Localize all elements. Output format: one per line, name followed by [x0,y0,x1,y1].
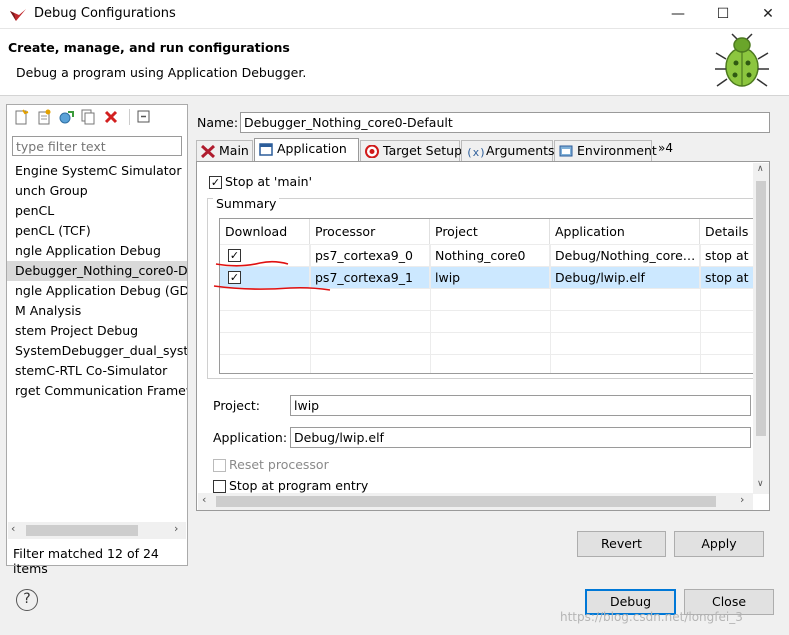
details-cell: stop at e [705,248,753,263]
stop-at-entry-checkbox[interactable] [213,480,226,493]
tab-application[interactable]: Application [254,138,359,162]
name-field[interactable]: Debugger_Nothing_core0-Default [240,112,770,133]
table-row-empty [220,332,753,354]
scroll-right-arrow-icon[interactable]: › [174,522,178,535]
export-configuration-icon[interactable] [58,109,74,125]
title-bar: Debug Configurations — ☐ ✕ [0,0,789,29]
header-subtitle: Debug a program using Application Debugg… [16,65,307,80]
tree-item[interactable]: penCL [7,201,187,221]
collapse-all-icon[interactable] [136,109,152,125]
tree-item[interactable]: ngle Application Debug (GDB) [7,281,187,301]
panel-vertical-scrollbar[interactable]: ∧ ∨ [753,163,769,494]
stop-at-entry-label: Stop at program entry [229,478,369,493]
tree-item-selected[interactable]: Debugger_Nothing_core0-De [7,261,187,281]
scroll-up-arrow-icon[interactable]: ∧ [757,164,764,174]
application-tab-panel: ✓ Stop at 'main' Summary Download Proces… [196,161,770,511]
red-annotation-marks [213,260,331,291]
application-label: Application: [213,430,288,445]
tree-item[interactable]: stemC-RTL Co-Simulator [7,361,187,381]
tab-label: Application [277,141,347,156]
scrollbar-thumb[interactable] [26,525,138,536]
tab-label: Target Setup [383,143,463,158]
column-header-application[interactable]: Application [550,219,700,244]
tab-target-setup[interactable]: Target Setup [360,140,463,162]
environment-icon [559,145,573,157]
delete-icon[interactable] [103,109,119,125]
filter-status: Filter matched 12 of 24 items [13,546,159,576]
stop-at-main-label: Stop at 'main' [225,174,313,189]
duplicate-icon[interactable] [80,109,96,125]
tab-label: Environment [577,143,657,158]
tab-arguments[interactable]: (x)= Arguments [461,140,555,162]
column-header-download[interactable]: Download [220,219,310,244]
tree-horizontal-scrollbar[interactable]: ‹ › [8,522,186,539]
filter-input[interactable] [12,136,182,156]
bug-icon [715,33,769,87]
reset-processor-checkbox[interactable] [213,459,226,472]
tree-item[interactable]: ngle Application Debug [7,241,187,261]
help-icon[interactable]: ? [16,589,38,611]
new-prototype-icon[interactable] [36,109,52,125]
new-configuration-icon[interactable] [13,109,29,125]
target-icon [365,145,379,158]
tab-label: Arguments [486,143,555,158]
svg-text:(x)=: (x)= [466,146,484,158]
details-cell: stop at e [705,270,753,285]
application-window-icon [259,143,273,156]
column-divider [430,244,431,373]
project-cell: Nothing_core0 [430,245,550,267]
processor-table: Download Processor Project Application D… [219,218,754,374]
toolbar-separator [129,109,130,125]
tree-item[interactable]: SystemDebugger_dual_syster [7,341,187,361]
config-tabs: Main Application Target Setup (x)= Argum… [196,138,770,162]
stop-at-main-checkbox[interactable]: ✓ [209,176,222,189]
apply-button[interactable]: Apply [674,531,764,557]
name-label: Name: [197,115,239,130]
column-header-project[interactable]: Project [430,219,550,244]
dialog-header: Create, manage, and run configurations D… [0,29,789,96]
tree-item[interactable]: penCL (TCF) [7,221,187,241]
tree-item[interactable]: unch Group [7,181,187,201]
column-header-details[interactable]: Details [700,219,753,244]
project-field[interactable]: lwip [290,395,751,416]
window-title: Debug Configurations [34,6,176,21]
launch-config-tree-panel: Engine SystemC Simulator unch Group penC… [6,104,188,576]
project-cell: lwip [430,267,550,289]
scroll-right-arrow-icon[interactable]: › [740,493,744,506]
application-cell: Debug/Nothing_core… [550,245,700,267]
column-divider [550,244,551,373]
xilinx-x-icon [201,145,215,158]
column-divider [700,244,701,373]
close-window-button[interactable]: ✕ [745,0,789,29]
scroll-left-arrow-icon[interactable]: ‹ [11,522,15,535]
tabs-overflow-button[interactable]: »4 [658,141,673,155]
table-row-empty [220,310,753,332]
panel-horizontal-scrollbar[interactable]: ‹ › [198,493,753,510]
tree-item[interactable]: M Analysis [7,301,187,321]
scrollbar-thumb[interactable] [216,496,716,507]
header-title: Create, manage, and run configurations [8,40,290,55]
tree-item[interactable]: Engine SystemC Simulator [7,161,187,181]
project-label: Project: [213,398,260,413]
arguments-icon: (x)= [466,146,484,158]
scroll-down-arrow-icon[interactable]: ∨ [757,479,764,489]
revert-button[interactable]: Revert [577,531,666,557]
tree-item[interactable]: rget Communication Framewo [7,381,187,401]
tab-environment[interactable]: Environment [554,140,657,162]
tree-item[interactable]: stem Project Debug [7,321,187,341]
eclipse-debug-icon [10,9,26,21]
tab-main[interactable]: Main [196,140,253,162]
application-cell: Debug/lwip.elf [550,267,700,289]
reset-processor-label: Reset processor [229,457,329,472]
watermark: https://blog.csdn.net/longfei_3 [560,610,743,624]
table-row-empty [220,354,753,373]
maximize-button[interactable]: ☐ [700,0,746,29]
application-field[interactable]: Debug/lwip.elf [290,427,751,448]
tab-label: Main [219,143,249,158]
minimize-button[interactable]: — [655,0,701,29]
scroll-left-arrow-icon[interactable]: ‹ [202,493,206,506]
column-header-processor[interactable]: Processor [310,219,430,244]
scrollbar-thumb[interactable] [756,181,766,436]
summary-label: Summary [213,196,280,211]
